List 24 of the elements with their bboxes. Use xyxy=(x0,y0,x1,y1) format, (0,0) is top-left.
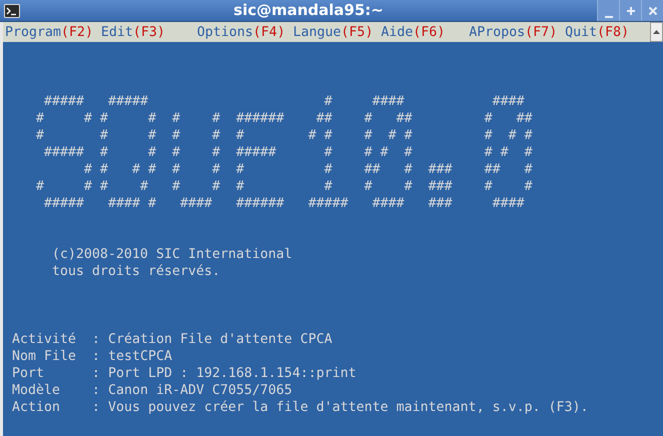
copyright-text: tous droits réservés. xyxy=(52,263,220,280)
close-icon xyxy=(648,6,658,16)
info-line: Action : Vous pouvez créer la file d'attente maintenant, s.v.p. (F3). xyxy=(12,399,588,416)
menu-item[interactable]: Options(F4) xyxy=(197,24,286,40)
menu-item[interactable]: Aide(F6) xyxy=(381,24,446,40)
up-arrow-icon xyxy=(653,30,660,34)
menu-item[interactable]: Program(F2) xyxy=(5,24,94,40)
info-line: Modèle : Canon iR-ADV C7055/7065 xyxy=(12,382,292,399)
info-line: Activité : Création File d'attente CPCA xyxy=(12,331,332,348)
minimize-button[interactable] xyxy=(597,0,619,21)
terminal-icon[interactable] xyxy=(4,4,20,18)
minimize-icon xyxy=(604,16,614,18)
maximize-button[interactable] xyxy=(619,0,641,21)
info-line: Nom File : testCPCA xyxy=(12,348,172,365)
scroll-up-button[interactable] xyxy=(650,22,663,42)
maximize-icon xyxy=(626,6,636,16)
copyright-text: (c)2008-2010 SIC International xyxy=(52,246,292,263)
menu-item[interactable]: Langue(F5) xyxy=(293,24,374,40)
window-title: sic@mandala95:~ xyxy=(234,3,384,18)
menu-item[interactable]: Quit(F8) xyxy=(565,24,630,40)
ascii-art-logo: ##### ##### # #### #### # # # # # # ###### ## # ## # ## # # # # # # # # # # # # # # ##### # # # # ##### # # # # # # # # # # # # # # # ## # ### ## # # # # # # # # # # # ### # # ##### #### # #### ###### ##### #### ### #### xyxy=(35,93,532,212)
menu-item[interactable]: Edit(F3) xyxy=(101,24,166,40)
info-line: Port : Port LPD : 192.168.1.154::print xyxy=(12,365,356,382)
menu-item[interactable]: APropos(F7) xyxy=(469,24,558,40)
